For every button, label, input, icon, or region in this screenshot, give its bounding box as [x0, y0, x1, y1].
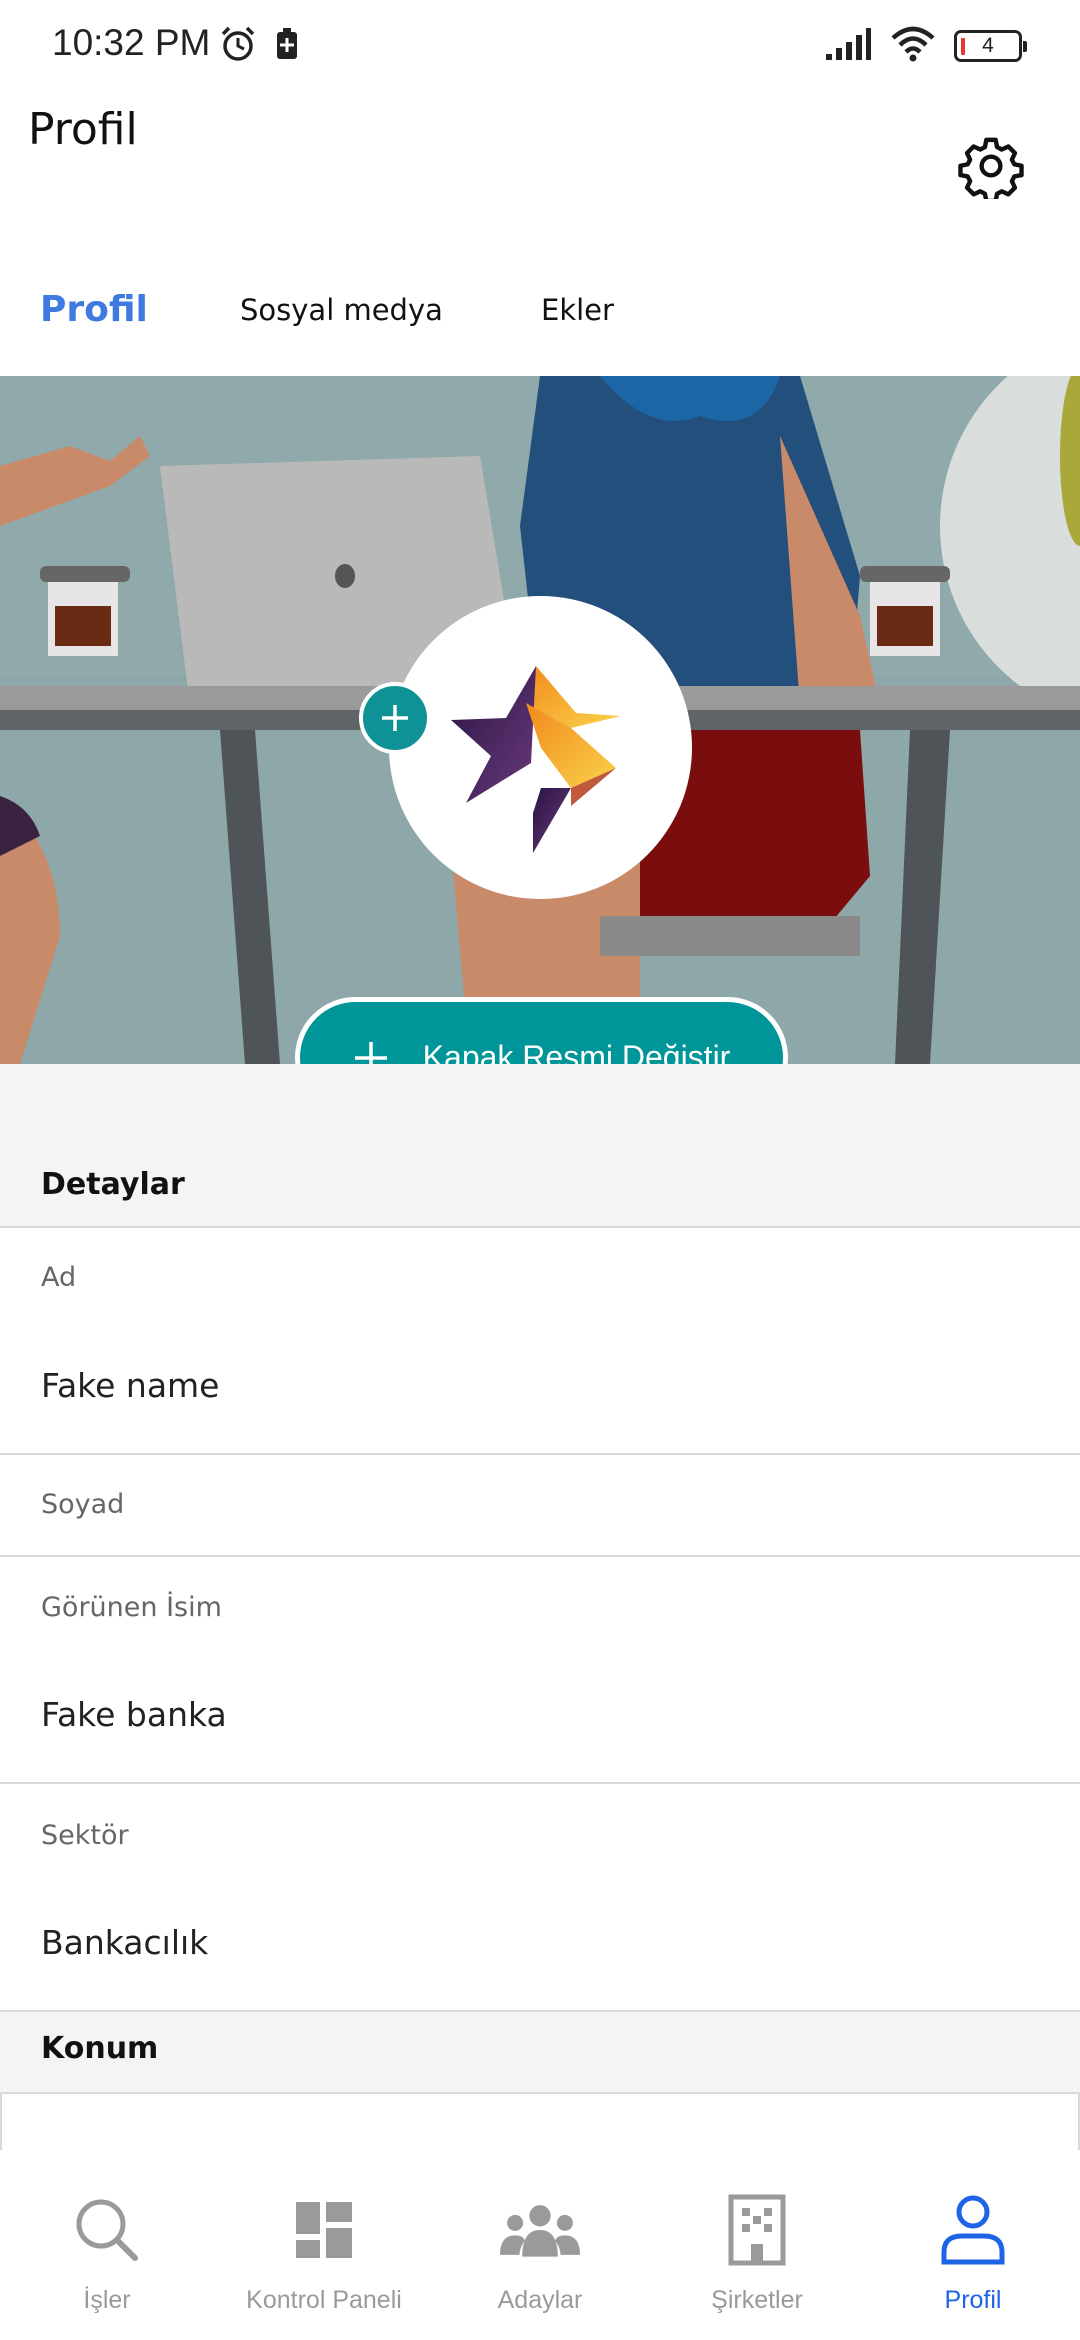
field-value-sektor[interactable]: Bankacılık: [41, 1923, 208, 1962]
add-avatar-button[interactable]: [359, 682, 431, 754]
company-logo: [450, 665, 621, 853]
profile-tabs: Profil Sosyal medya Ekler: [0, 270, 1080, 350]
user-icon: [941, 2195, 1005, 2265]
people-icon: [500, 2205, 580, 2257]
gear-icon: [958, 137, 1024, 199]
signal-icon: [824, 26, 872, 66]
status-bar: 10:32 PM 4: [0, 0, 1080, 96]
status-time: 10:32 PM: [52, 22, 211, 63]
battery-icon: 4: [954, 30, 1027, 62]
nav-item-profil[interactable]: Profil: [873, 2190, 1073, 2315]
wifi-icon: [890, 26, 936, 66]
dashboard-icon: [296, 2202, 352, 2258]
search-icon: [76, 2199, 138, 2261]
details-title: Detaylar: [41, 1167, 185, 1202]
field-value-gorunen-isim[interactable]: Fake banka: [41, 1695, 227, 1734]
field-label-ad: Ad: [41, 1262, 77, 1293]
nav-item-isler[interactable]: İşler: [7, 2190, 207, 2315]
location-title: Konum: [41, 2031, 159, 2066]
field-label-gorunen-isim: Görünen İsim: [41, 1592, 222, 1623]
nav-label: Kontrol Paneli: [246, 2286, 402, 2314]
nav-item-kontrol-paneli[interactable]: Kontrol Paneli: [224, 2190, 424, 2315]
tab-sosyal-medya[interactable]: Sosyal medya: [240, 270, 443, 350]
divider: [0, 1555, 1080, 1557]
profile-avatar[interactable]: [389, 596, 692, 899]
divider: [0, 1226, 1080, 1228]
alarm-icon: [218, 24, 258, 68]
bottom-navigation: İşler Kontrol Paneli Adaylar Şirketler P…: [0, 2150, 1080, 2340]
nav-label: İşler: [83, 2286, 131, 2314]
nav-label: Adaylar: [497, 2286, 583, 2314]
tab-ekler[interactable]: Ekler: [541, 270, 614, 350]
building-icon: [728, 2194, 786, 2266]
field-label-soyad: Soyad: [41, 1489, 125, 1520]
page-title: Profil: [28, 104, 138, 155]
nav-item-sirketler[interactable]: Şirketler: [657, 2190, 857, 2315]
tab-profil[interactable]: Profil: [40, 270, 148, 350]
location-section-header: [0, 2010, 1080, 2092]
field-label-sektor: Sektör: [41, 1820, 129, 1851]
nav-label: Şirketler: [711, 2286, 803, 2314]
location-field[interactable]: [0, 2092, 1080, 2152]
battery-saver-icon: [274, 27, 300, 65]
nav-item-adaylar[interactable]: Adaylar: [440, 2190, 640, 2315]
field-value-ad[interactable]: Fake name: [41, 1366, 220, 1405]
settings-button[interactable]: [955, 130, 1027, 202]
divider: [0, 1453, 1080, 1455]
plus-icon: [382, 705, 408, 731]
divider: [0, 1782, 1080, 1784]
nav-label: Profil: [944, 2286, 1002, 2314]
